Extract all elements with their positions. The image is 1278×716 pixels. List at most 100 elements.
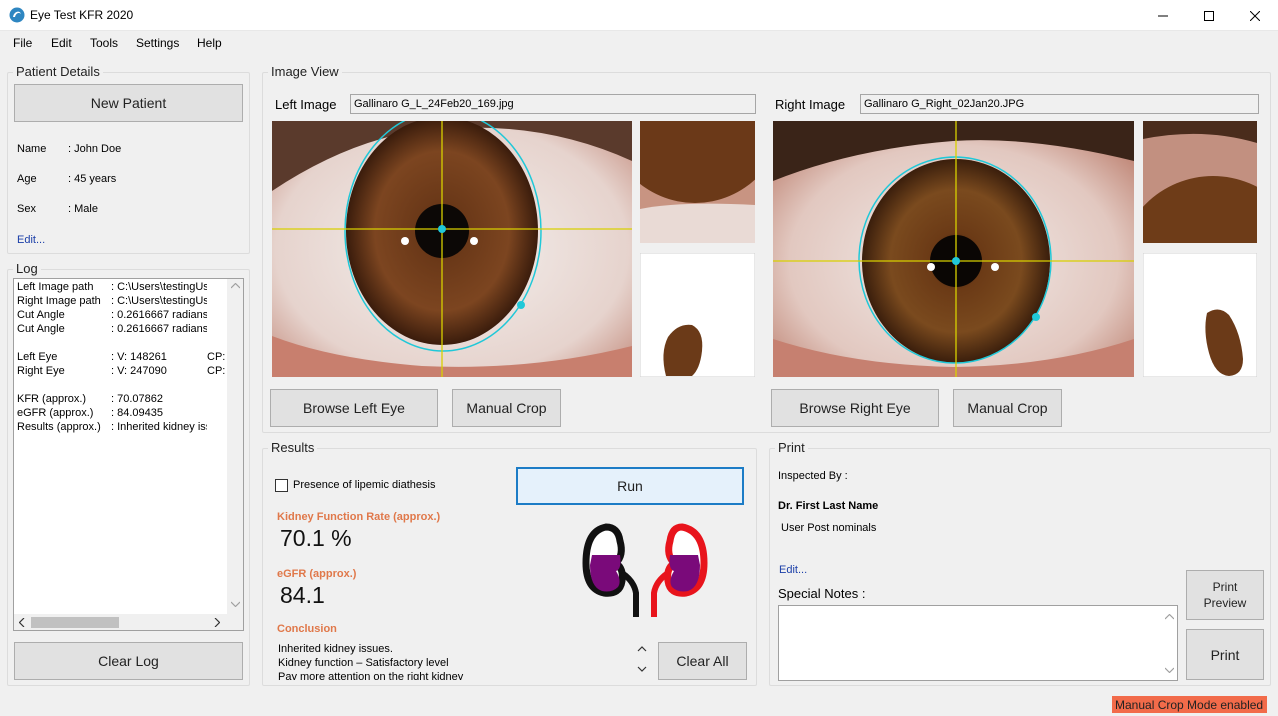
conclusion-line: Pay more attention on the right kidney [278,671,464,680]
menu-file[interactable]: File [13,36,32,50]
log-horizontal-scrollbar[interactable] [14,614,243,630]
log-key: Left Image path [17,281,94,293]
log-line: Cut Angle : 0.2616667 radians [17,323,207,335]
log-value: : V: 247090 [111,365,167,377]
log-line: Cut Angle : 0.2616667 radians [17,309,207,321]
log-line: Right Eye : V: 247090 CP: [17,365,225,377]
maximize-icon [1204,10,1214,21]
log-value: : C:\Users\testingUser\ [111,281,207,293]
menu-tools[interactable]: Tools [90,36,118,50]
right-eye-image[interactable] [773,121,1134,377]
scroll-right-icon[interactable] [214,618,220,627]
minimize-icon [1158,15,1168,16]
special-notes-textarea[interactable] [778,605,1178,681]
patient-edit-link[interactable]: Edit... [17,234,45,246]
conclusion-text: Inherited kidney issues. Kidney function… [278,640,630,680]
app-logo-icon [9,7,25,23]
menu-settings[interactable]: Settings [136,36,179,50]
inspected-by-label: Inspected By : [778,470,848,482]
status-badge: Manual Crop Mode enabled [1112,696,1267,713]
notes-scroll-down-icon[interactable] [1165,667,1174,673]
patient-name-value: : John Doe [68,143,122,155]
conclusion-label: Conclusion [277,623,337,635]
title-bar: Eye Test KFR 2020 [0,0,1278,31]
close-button[interactable] [1232,0,1278,31]
new-patient-button[interactable]: New Patient [14,84,243,122]
log-key: Results (approx.) [17,421,101,433]
log-vertical-scrollbar[interactable] [227,279,243,614]
patient-age-value: : 45 years [68,173,117,185]
notes-scroll-up-icon[interactable] [1165,614,1174,620]
log-extra: CP: [207,365,226,377]
right-manual-crop-button[interactable]: Manual Crop [953,389,1062,427]
scroll-up-icon[interactable] [231,283,240,289]
print-button[interactable]: Print [1186,629,1264,680]
special-notes-label: Special Notes : [778,586,866,601]
log-line: Results (approx.): Inherited kidney issu [17,421,207,433]
log-key: Right Eye [17,365,65,377]
run-button[interactable]: Run [516,467,744,505]
left-eye-crop-preview [640,121,755,243]
print-edit-link[interactable]: Edit... [779,564,807,576]
log-key: Cut Angle [17,309,65,321]
results-title: Results [268,440,318,455]
log-key: Cut Angle [17,323,65,335]
print-title: Print [775,440,808,455]
browse-left-eye-button[interactable]: Browse Left Eye [270,389,438,427]
scroll-down-icon[interactable] [231,601,240,607]
log-key: Right Image path [17,295,101,307]
left-image-label: Left Image [275,97,337,112]
log-scroll-thumb[interactable] [31,617,119,628]
patient-sex-value: : Male [68,203,98,215]
log-line: Left Eye: V: 148261 CP: [17,351,225,363]
scroll-left-icon[interactable] [19,618,25,627]
right-iris-segment-preview [1143,253,1257,377]
left-eye-image[interactable] [272,121,632,377]
left-manual-crop-button[interactable]: Manual Crop [452,389,561,427]
log-extra: CP: [207,351,226,363]
egfr-value: 84.1 [280,582,325,608]
menu-bar: File Edit Tools Settings Help [0,31,1278,55]
menu-edit[interactable]: Edit [51,36,72,50]
log-line: KFR (approx.) : 70.07862 [17,393,207,405]
conclusion-line: Inherited kidney issues. [278,643,393,655]
log-value: : 0.2616667 radians [111,323,207,335]
log-line: eGFR (approx.): 84.09435 [17,407,207,419]
patient-sex-key: Sex [17,203,36,215]
log-title: Log [13,261,41,276]
clear-all-button[interactable]: Clear All [658,642,747,680]
kfr-label: Kidney Function Rate (approx.) [277,511,441,523]
patient-details-title: Patient Details [13,64,103,79]
log-value: : C:\Users\testingUser\ [111,295,207,307]
log-value: : 70.07862 [111,393,163,405]
conclusion-line: Kidney function – Satisfactory level [278,657,449,669]
kfr-value: 70.1 % [280,525,352,551]
right-image-filename: Gallinaro G_Right_02Jan20.JPG [860,94,1259,114]
log-line: Right Image path : C:\Users\testingUser\ [17,295,207,307]
lipemic-checkbox-label[interactable]: Presence of lipemic diathesis [293,479,435,491]
minimize-button[interactable] [1140,0,1186,31]
menu-help[interactable]: Help [197,36,222,50]
special-notes-text [779,606,1177,612]
log-value: : V: 148261 [111,351,167,363]
clear-log-button[interactable]: Clear Log [14,642,243,680]
log-line: Left Image path : C:\Users\testingUser\ [17,281,207,293]
log-key: eGFR (approx.) [17,407,94,419]
conclusion-scroll-up-icon[interactable] [637,645,647,653]
browse-right-eye-button[interactable]: Browse Right Eye [771,389,939,427]
print-preview-line1: Print [1212,580,1238,594]
maximize-button[interactable] [1186,0,1232,31]
log-key: KFR (approx.) [17,393,87,405]
patient-age-key: Age [17,173,37,185]
conclusion-scroll-down-icon[interactable] [637,665,647,673]
log-textbox[interactable]: Left Image path: C:\Users\testingUser\Ri… [13,278,244,631]
lipemic-checkbox[interactable] [275,479,288,492]
kidney-graphic-icon [582,523,708,617]
log-value: : 0.2616667 radians [111,309,207,321]
right-eye-crop-preview [1143,121,1257,243]
print-preview-button[interactable]: Print Preview [1186,570,1264,620]
print-preview-line2: Preview [1203,596,1247,610]
left-iris-segment-preview [640,253,755,377]
